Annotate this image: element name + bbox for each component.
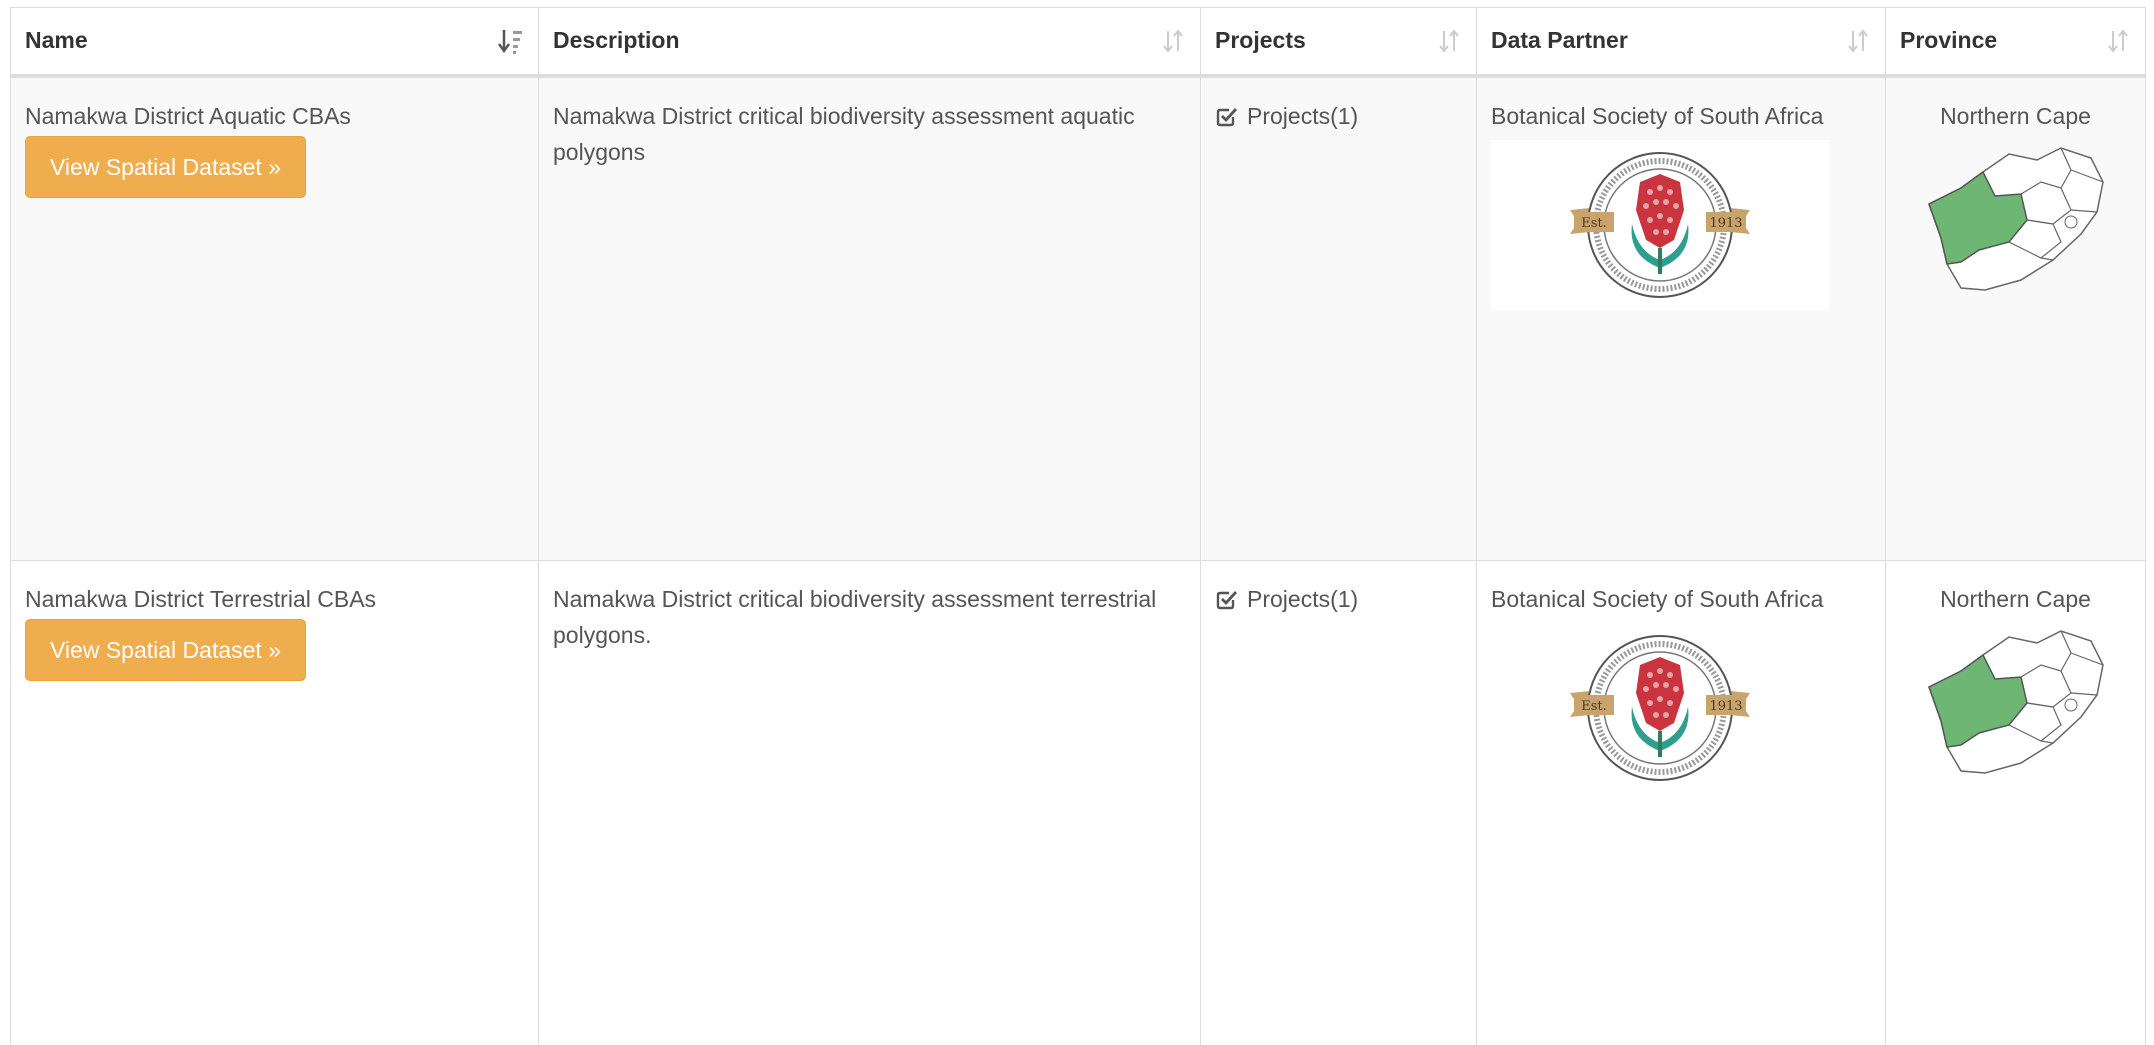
projects-count: Projects(1) xyxy=(1247,102,1359,129)
projects-link[interactable]: Projects(1) xyxy=(1215,98,1358,134)
cell-projects: Projects(1) xyxy=(1200,560,1477,1045)
sort-icon[interactable] xyxy=(2105,27,2131,55)
dataset-description: Namakwa District critical biodiversity a… xyxy=(553,586,1157,648)
column-header-label: Data Partner xyxy=(1491,27,1628,54)
column-header-data-partner[interactable]: Data Partner xyxy=(1476,7,1886,78)
province-name: Northern Cape xyxy=(1940,586,2091,612)
logo-ribbon-est: Est. xyxy=(1581,699,1607,714)
column-header-name[interactable]: Name xyxy=(10,7,539,78)
table-header-row: Name Description Projects Data Partner P… xyxy=(10,7,2146,78)
partner-name: Botanical Society of South Africa xyxy=(1491,586,1824,612)
cell-province: Northern Cape xyxy=(1885,560,2146,1045)
sort-icon[interactable] xyxy=(1160,27,1186,55)
table-row: Namakwa District Aquatic CBAs View Spati… xyxy=(10,75,2146,561)
check-square-icon xyxy=(1216,107,1238,126)
partner-logo: Est. 1913 xyxy=(1491,623,1829,793)
column-header-label: Description xyxy=(553,27,680,54)
column-header-projects[interactable]: Projects xyxy=(1200,7,1477,78)
column-header-label: Province xyxy=(1900,27,1998,54)
column-header-province[interactable]: Province xyxy=(1885,7,2146,78)
dataset-name: Namakwa District Aquatic CBAs xyxy=(25,102,351,129)
view-spatial-dataset-button[interactable]: View Spatial Dataset » xyxy=(25,619,306,681)
cell-data-partner: Botanical Society of South Africa Est. 1… xyxy=(1476,560,1886,1045)
datasets-table: Name Description Projects Data Partner P… xyxy=(10,7,2146,1045)
column-header-description[interactable]: Description xyxy=(538,7,1201,78)
cell-name: Namakwa District Terrestrial CBAs View S… xyxy=(10,560,539,1045)
logo-ribbon-est: Est. xyxy=(1581,216,1607,231)
sort-icon[interactable] xyxy=(1436,27,1462,55)
partner-name: Botanical Society of South Africa xyxy=(1491,102,1824,129)
dataset-name: Namakwa District Terrestrial CBAs xyxy=(25,586,377,612)
cell-description: Namakwa District critical biodiversity a… xyxy=(538,75,1201,561)
table-row: Namakwa District Terrestrial CBAs View S… xyxy=(10,560,2146,1045)
cell-projects: Projects(1) xyxy=(1200,75,1477,561)
projects-count: Projects(1) xyxy=(1247,586,1359,612)
datasets-table-container: Name Description Projects Data Partner P… xyxy=(10,7,2154,1045)
column-header-label: Projects xyxy=(1215,27,1306,54)
column-header-label: Name xyxy=(25,27,88,54)
sort-icon[interactable] xyxy=(1845,27,1871,55)
south-africa-province-map xyxy=(1927,146,2104,291)
logo-ribbon-year: 1913 xyxy=(1709,216,1742,231)
cell-province: Northern Cape xyxy=(1885,75,2146,561)
dataset-description: Namakwa District critical biodiversity a… xyxy=(553,102,1135,165)
cell-name: Namakwa District Aquatic CBAs View Spati… xyxy=(10,75,539,561)
view-spatial-dataset-button[interactable]: View Spatial Dataset » xyxy=(25,135,306,198)
cell-description: Namakwa District critical biodiversity a… xyxy=(538,560,1201,1045)
partner-logo: Est. 1913 xyxy=(1491,139,1829,310)
botanical-society-logo: Est. 1913 xyxy=(1570,151,1750,298)
botanical-society-logo: Est. 1913 xyxy=(1570,635,1750,781)
logo-ribbon-year: 1913 xyxy=(1709,699,1742,714)
check-square-icon xyxy=(1216,591,1238,610)
south-africa-province-map xyxy=(1927,630,2104,774)
province-name: Northern Cape xyxy=(1940,102,2091,129)
projects-link[interactable]: Projects(1) xyxy=(1215,581,1358,617)
sort-alpha-asc-icon[interactable] xyxy=(498,27,524,55)
cell-data-partner: Botanical Society of South Africa Est. 1… xyxy=(1476,75,1886,561)
